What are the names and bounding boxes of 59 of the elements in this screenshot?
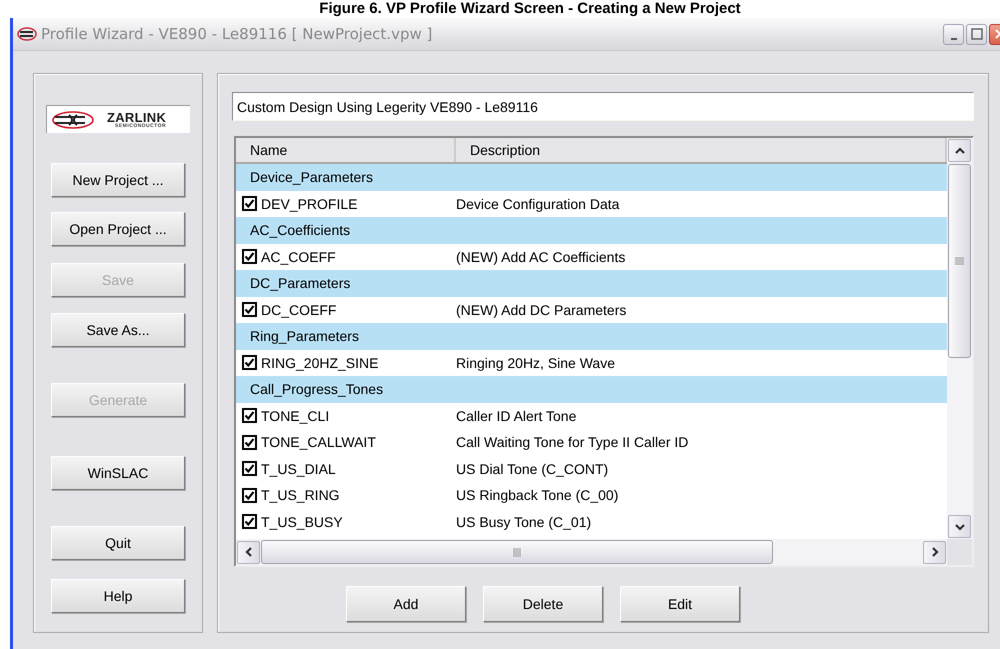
profile-description: Call Waiting Tone for Type II Caller ID [456,434,690,450]
checked-checkbox[interactable] [242,514,257,530]
profile-description: US Dial Tone (C_CONT) [456,460,610,477]
scroll-right-button[interactable] [923,540,946,564]
maximize-icon [970,28,982,40]
profile-name: T_US_RING [261,487,340,504]
scroll-down-button[interactable] [948,515,971,538]
minimize-icon [950,38,956,40]
profile-description: (NEW) Add AC Coefficients [456,248,626,265]
group-row[interactable]: Call_Progress_Tones [236,376,947,402]
profile-description: Caller ID Alert Tone [456,408,578,424]
description-field[interactable]: Custom Design Using Legerity VE890 - Le89116 [232,92,974,121]
sidebar-button[interactable]: Help [51,579,185,613]
scrollbar-corner [947,539,972,565]
profile-name: DEV_PROFILE [261,196,358,212]
action-button[interactable]: Add [346,586,466,622]
profile-name: DC_COEFF [261,302,336,318]
grip-icon [513,548,521,556]
scroll-up-button[interactable] [948,139,971,162]
window-title: Profile Wizard - VE890 - Le89116 [ NewProject.vpw ] [41,25,434,43]
app-icon [17,26,37,42]
profile-name: AC_COEFF [261,248,336,265]
column-header[interactable]: Name [236,138,456,162]
minimize-button[interactable] [943,24,964,44]
profile-description: Ringing 20Hz, Sine Wave [456,354,616,371]
checked-checkbox[interactable] [242,434,257,450]
action-button[interactable]: Delete [483,586,603,622]
checked-checkbox[interactable] [242,249,257,264]
checked-checkbox[interactable] [242,196,257,212]
group-row[interactable]: AC_Coefficients [236,217,947,244]
profile-description: US Ringback Tone (C_00) [456,487,620,504]
profile-description: Device Configuration Data [456,196,620,212]
checked-checkbox[interactable] [242,355,257,370]
checked-checkbox[interactable] [242,488,257,503]
group-row[interactable]: Device_Parameters [236,164,947,190]
profile-name: RING_20HZ_SINE [261,354,378,371]
vertical-scrollbar[interactable] [947,138,972,539]
sidebar-button[interactable]: WinSLAC [51,456,185,490]
profile-description: (NEW) Add DC Parameters [456,302,628,318]
maximize-button[interactable] [966,24,987,44]
sidebar-button[interactable]: Quit [51,526,185,560]
profile-name: TONE_CLI [261,408,330,424]
group-row[interactable]: DC_Parameters [236,270,947,296]
checked-checkbox[interactable] [242,461,257,476]
group-row[interactable]: Ring_Parameters [236,323,947,350]
checked-checkbox[interactable] [242,408,257,424]
profile-description: US Busy Tone (C_01) [456,514,592,530]
checked-checkbox[interactable] [242,302,257,318]
figure-caption: Figure 6. VP Profile Wizard Screen - Creating a New Project [319,0,741,18]
profile-name: T_US_DIAL [261,460,336,477]
profile-name: TONE_CALLWAIT [261,434,376,450]
horizontal-scrollbar[interactable] [236,539,947,565]
sidebar-button[interactable]: Save As... [51,313,185,347]
scroll-left-button[interactable] [237,540,260,564]
sidebar-button[interactable]: Open Project ... [51,212,185,246]
grip-icon [955,257,964,265]
action-button[interactable]: Edit [620,586,740,622]
profile-name: T_US_BUSY [261,514,343,530]
sidebar-button[interactable]: New Project ... [51,163,185,197]
